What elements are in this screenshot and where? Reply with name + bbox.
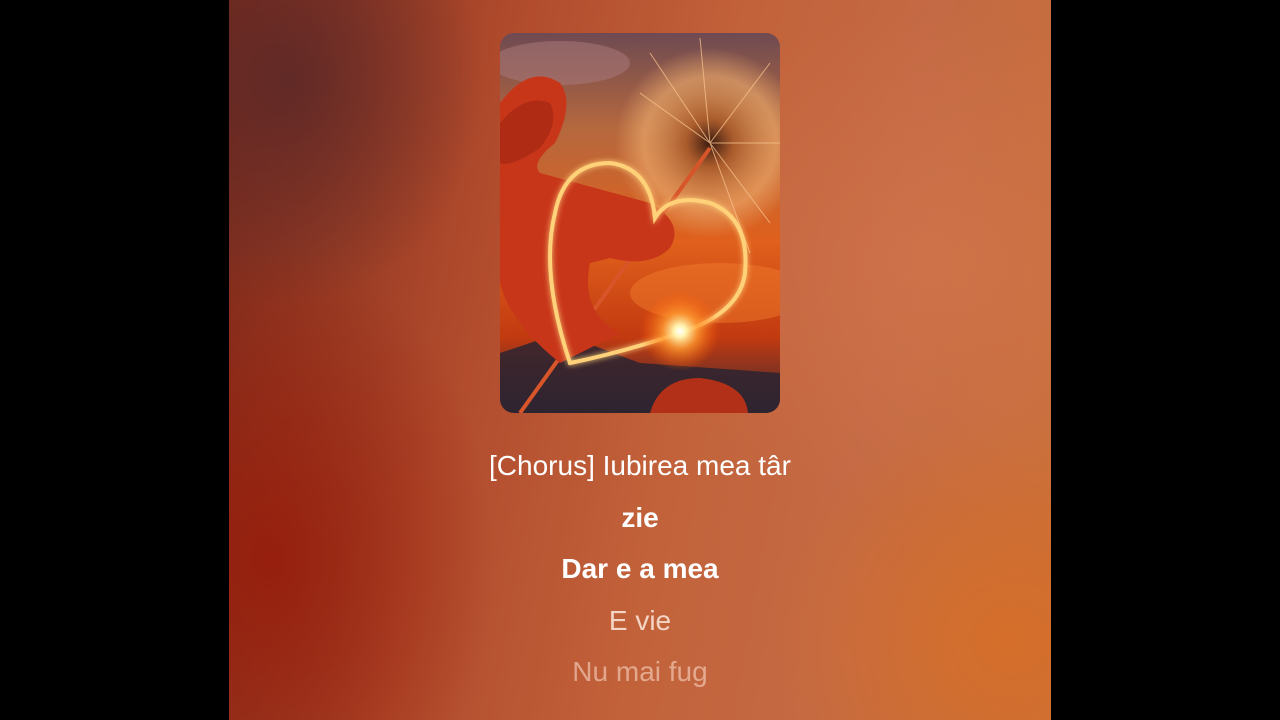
lyric-line-upcoming: Nu mai fug <box>572 656 708 687</box>
lyric-line-upcoming: E vie <box>608 605 672 636</box>
lyric-line-active: zie <box>621 502 659 533</box>
lyric-line: [Chorus] Iubirea mea târ <box>489 450 791 481</box>
album-cover <box>500 33 780 413</box>
lyrics-player-panel: [Chorus] Iubirea mea târ zie Dar e a mea… <box>229 0 1051 720</box>
video-frame: [Chorus] Iubirea mea târ zie Dar e a mea… <box>0 0 1280 720</box>
lyric-line-active: Dar e a mea <box>561 553 719 584</box>
album-cover-image <box>500 33 780 413</box>
